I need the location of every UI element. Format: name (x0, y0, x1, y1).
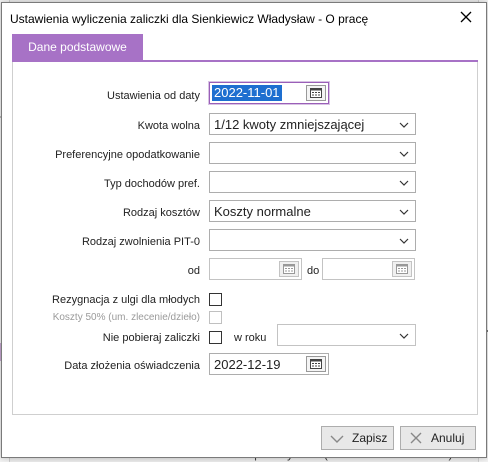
chevron-down-icon (399, 209, 409, 215)
label-typ-dochodow: Typ dochodów pref. (103, 178, 200, 190)
tab-dane-podstawowe[interactable]: Dane podstawowe (12, 34, 143, 60)
chevron-down-icon (399, 333, 409, 339)
ustawienia-od-daty-field[interactable]: 2022-11-01 (208, 81, 330, 105)
label-kwota-wolna: Kwota wolna (137, 120, 200, 132)
save-button-label: Zapisz (352, 431, 388, 445)
calendar-icon[interactable] (306, 85, 326, 101)
checkmark-icon (330, 435, 344, 443)
data-zlozenia-field[interactable]: 2022-12-19 (209, 353, 329, 375)
label-nie-pobieraj: Nie pobieraj zaliczki (102, 332, 200, 344)
cancel-button-label: Anuluj (431, 431, 465, 445)
chevron-down-icon (399, 122, 409, 128)
title-bar[interactable]: Ustawienia wyliczenia zaliczki dla Sienk… (2, 3, 486, 33)
rodzaj-kosztow-select[interactable]: Koszty normalne (209, 200, 416, 222)
rodzaj-kosztow-value: Koszty normalne (214, 204, 311, 219)
rodzaj-zwolnienia-select[interactable] (209, 229, 416, 251)
data-zlozenia-value: 2022-12-19 (214, 357, 281, 372)
chevron-down-icon (399, 180, 409, 186)
label-w-roku: w roku (234, 332, 267, 344)
label-do: do (307, 265, 320, 277)
od-date-field[interactable] (209, 258, 302, 280)
label-preferencyjne: Preferencyjne opodatkowanie (55, 149, 200, 161)
w-roku-select[interactable] (277, 324, 416, 346)
chevron-down-icon (399, 151, 409, 157)
label-od: od (187, 265, 200, 277)
chevron-down-icon (399, 238, 409, 244)
calendar-icon[interactable] (306, 356, 326, 372)
cancel-button[interactable]: Anuluj (400, 426, 476, 450)
label-data-zlozenia: Data złożenia oświadczenia (64, 360, 200, 372)
calendar-icon[interactable] (392, 261, 412, 277)
calendar-icon[interactable] (279, 261, 299, 277)
save-button[interactable]: Zapisz (321, 426, 394, 450)
x-icon (410, 432, 422, 444)
kwota-wolna-value: 1/12 kwoty zmniejszającej (214, 117, 365, 132)
settings-dialog: Ustawienia wyliczenia zaliczki dla Sienk… (1, 2, 487, 458)
koszty50-checkbox[interactable] (209, 311, 222, 324)
label-rodzaj-zwolnienia: Rodzaj zwolnienia PIT-0 (81, 236, 200, 248)
label-rodzaj-kosztow: Rodzaj kosztów (122, 207, 200, 219)
do-date-field[interactable] (322, 258, 415, 280)
rezygnacja-checkbox[interactable] (209, 293, 222, 306)
label-rezygnacja: Rezygnacja z ulgi dla młodych (52, 294, 200, 306)
typ-dochodow-select[interactable] (209, 171, 416, 193)
label-ustawienia-od-daty: Ustawienia od daty (107, 90, 200, 102)
preferencyjne-select[interactable] (209, 142, 416, 164)
nie-pobieraj-checkbox[interactable] (209, 331, 222, 344)
ustawienia-od-daty-value: 2022-11-01 (212, 85, 282, 101)
close-icon[interactable] (456, 7, 476, 27)
kwota-wolna-select[interactable]: 1/12 kwoty zmniejszającej (209, 113, 416, 135)
label-koszty50: Koszty 50% (um. zlecenie/dzieło) (52, 312, 200, 323)
dialog-title: Ustawienia wyliczenia zaliczki dla Sienk… (10, 12, 369, 26)
